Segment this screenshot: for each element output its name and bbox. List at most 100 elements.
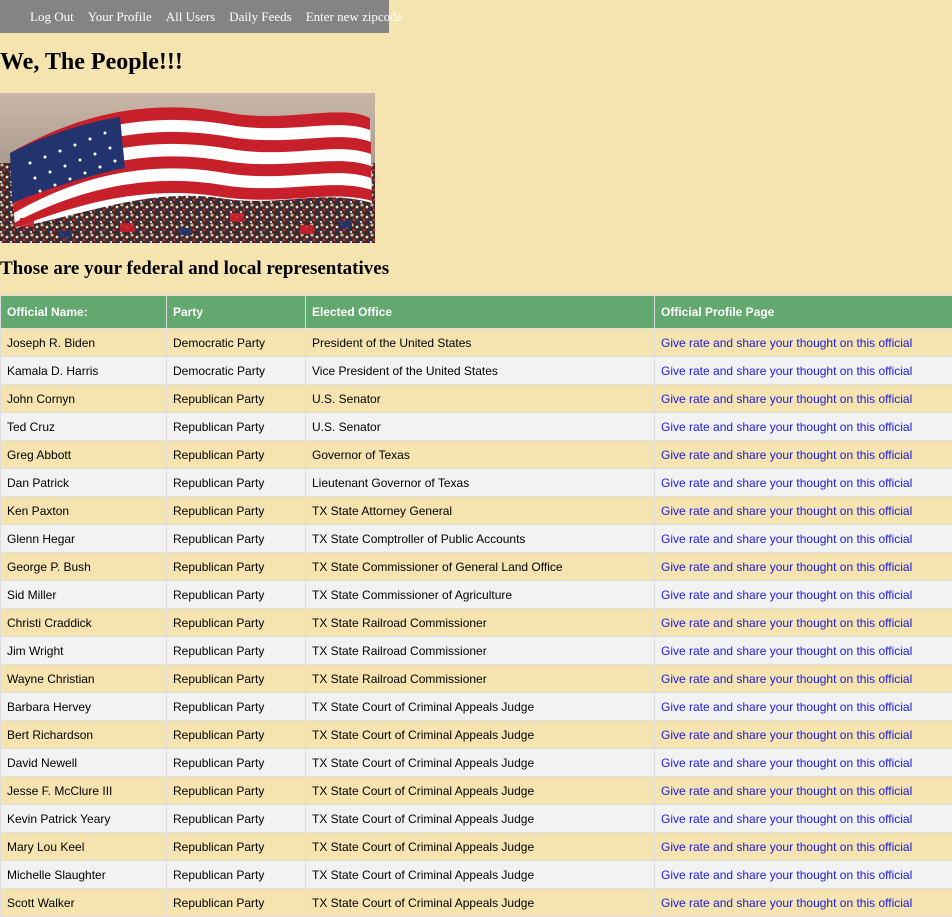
profile-link-cell: Give rate and share your thought on this…: [655, 749, 952, 777]
party-cell: Democratic Party: [167, 329, 306, 357]
official-profile-link[interactable]: Give rate and share your thought on this…: [661, 672, 912, 686]
profile-link-cell: Give rate and share your thought on this…: [655, 833, 952, 861]
official-profile-link[interactable]: Give rate and share your thought on this…: [661, 756, 912, 770]
party-cell: Republican Party: [167, 665, 306, 693]
official-profile-link[interactable]: Give rate and share your thought on this…: [661, 476, 912, 490]
profile-link-cell: Give rate and share your thought on this…: [655, 525, 952, 553]
table-row: George P. BushRepublican PartyTX State C…: [1, 553, 952, 581]
profile-link-cell: Give rate and share your thought on this…: [655, 357, 952, 385]
table-row: Barbara HerveyRepublican PartyTX State C…: [1, 693, 952, 721]
official-name-cell: Ted Cruz: [1, 413, 167, 441]
party-cell: Republican Party: [167, 441, 306, 469]
party-cell: Republican Party: [167, 693, 306, 721]
official-profile-link[interactable]: Give rate and share your thought on this…: [661, 420, 912, 434]
table-row: Jim WrightRepublican PartyTX State Railr…: [1, 637, 952, 665]
official-name-cell: Glenn Hegar: [1, 525, 167, 553]
official-profile-link[interactable]: Give rate and share your thought on this…: [661, 532, 912, 546]
official-profile-link[interactable]: Give rate and share your thought on this…: [661, 392, 912, 406]
table-row: Jesse F. McClure IIIRepublican PartyTX S…: [1, 777, 952, 805]
profile-link-cell: Give rate and share your thought on this…: [655, 385, 952, 413]
profile-link-cell: Give rate and share your thought on this…: [655, 777, 952, 805]
party-cell: Republican Party: [167, 385, 306, 413]
official-profile-link[interactable]: Give rate and share your thought on this…: [661, 364, 912, 378]
table-row: Sid MillerRepublican PartyTX State Commi…: [1, 581, 952, 609]
profile-link-cell: Give rate and share your thought on this…: [655, 329, 952, 357]
official-name-cell: Sid Miller: [1, 581, 167, 609]
official-name-cell: Jesse F. McClure III: [1, 777, 167, 805]
official-profile-link[interactable]: Give rate and share your thought on this…: [661, 448, 912, 462]
official-profile-link[interactable]: Give rate and share your thought on this…: [661, 784, 912, 798]
official-name-cell: Joseph R. Biden: [1, 329, 167, 357]
nav-log-out[interactable]: Log Out: [23, 9, 81, 25]
official-profile-link[interactable]: Give rate and share your thought on this…: [661, 728, 912, 742]
official-profile-link[interactable]: Give rate and share your thought on this…: [661, 700, 912, 714]
page-title: We, The People!!!: [0, 49, 183, 76]
official-profile-link[interactable]: Give rate and share your thought on this…: [661, 896, 912, 910]
party-cell: Republican Party: [167, 553, 306, 581]
col-header-name: Official Name:: [1, 296, 167, 329]
table-row: Kevin Patrick YearyRepublican PartyTX St…: [1, 805, 952, 833]
table-row: Dan PatrickRepublican PartyLieutenant Go…: [1, 469, 952, 497]
section-heading: Those are your federal and local represe…: [0, 258, 389, 280]
profile-link-cell: Give rate and share your thought on this…: [655, 721, 952, 749]
official-name-cell: Barbara Hervey: [1, 693, 167, 721]
top-nav: Log Out Your Profile All Users Daily Fee…: [0, 0, 389, 33]
party-cell: Republican Party: [167, 637, 306, 665]
flag-crowd-illustration: [0, 93, 375, 243]
nav-all-users[interactable]: All Users: [159, 9, 222, 25]
elected-office-cell: TX State Court of Criminal Appeals Judge: [306, 693, 655, 721]
official-profile-link[interactable]: Give rate and share your thought on this…: [661, 560, 912, 574]
official-name-cell: Ken Paxton: [1, 497, 167, 525]
elected-office-cell: TX State Railroad Commissioner: [306, 665, 655, 693]
profile-link-cell: Give rate and share your thought on this…: [655, 553, 952, 581]
elected-office-cell: Lieutenant Governor of Texas: [306, 469, 655, 497]
official-profile-link[interactable]: Give rate and share your thought on this…: [661, 868, 912, 882]
party-cell: Republican Party: [167, 861, 306, 889]
profile-link-cell: Give rate and share your thought on this…: [655, 609, 952, 637]
profile-link-cell: Give rate and share your thought on this…: [655, 413, 952, 441]
elected-office-cell: TX State Commissioner of General Land Of…: [306, 553, 655, 581]
official-profile-link[interactable]: Give rate and share your thought on this…: [661, 504, 912, 518]
party-cell: Republican Party: [167, 469, 306, 497]
official-name-cell: Scott Walker: [1, 889, 167, 917]
profile-link-cell: Give rate and share your thought on this…: [655, 581, 952, 609]
official-profile-link[interactable]: Give rate and share your thought on this…: [661, 840, 912, 854]
party-cell: Republican Party: [167, 749, 306, 777]
elected-office-cell: TX State Court of Criminal Appeals Judge: [306, 889, 655, 917]
table-row: Joseph R. BidenDemocratic PartyPresident…: [1, 329, 952, 357]
col-header-office: Elected Office: [306, 296, 655, 329]
nav-daily-feeds[interactable]: Daily Feeds: [222, 9, 298, 25]
flag-crowd-banner-image: [0, 93, 375, 243]
official-name-cell: David Newell: [1, 749, 167, 777]
elected-office-cell: TX State Court of Criminal Appeals Judge: [306, 833, 655, 861]
official-profile-link[interactable]: Give rate and share your thought on this…: [661, 644, 912, 658]
table-row: Scott WalkerRepublican PartyTX State Cou…: [1, 889, 952, 917]
official-profile-link[interactable]: Give rate and share your thought on this…: [661, 588, 912, 602]
profile-link-cell: Give rate and share your thought on this…: [655, 637, 952, 665]
party-cell: Democratic Party: [167, 357, 306, 385]
official-name-cell: Dan Patrick: [1, 469, 167, 497]
party-cell: Republican Party: [167, 777, 306, 805]
official-name-cell: Mary Lou Keel: [1, 833, 167, 861]
party-cell: Republican Party: [167, 609, 306, 637]
party-cell: Republican Party: [167, 525, 306, 553]
official-name-cell: Jim Wright: [1, 637, 167, 665]
profile-link-cell: Give rate and share your thought on this…: [655, 497, 952, 525]
profile-link-cell: Give rate and share your thought on this…: [655, 693, 952, 721]
party-cell: Republican Party: [167, 497, 306, 525]
table-row: Kamala D. HarrisDemocratic PartyVice Pre…: [1, 357, 952, 385]
official-profile-link[interactable]: Give rate and share your thought on this…: [661, 336, 912, 350]
official-name-cell: George P. Bush: [1, 553, 167, 581]
official-profile-link[interactable]: Give rate and share your thought on this…: [661, 616, 912, 630]
official-profile-link[interactable]: Give rate and share your thought on this…: [661, 812, 912, 826]
table-row: John CornynRepublican PartyU.S. SenatorG…: [1, 385, 952, 413]
nav-your-profile[interactable]: Your Profile: [81, 9, 159, 25]
profile-link-cell: Give rate and share your thought on this…: [655, 805, 952, 833]
elected-office-cell: TX State Court of Criminal Appeals Judge: [306, 805, 655, 833]
table-header-row: Official Name: Party Elected Office Offi…: [1, 296, 952, 329]
official-name-cell: Kevin Patrick Yeary: [1, 805, 167, 833]
official-name-cell: John Cornyn: [1, 385, 167, 413]
col-header-party: Party: [167, 296, 306, 329]
nav-enter-new-zipcode[interactable]: Enter new zipcode: [299, 9, 410, 25]
col-header-profile: Official Profile Page: [655, 296, 952, 329]
